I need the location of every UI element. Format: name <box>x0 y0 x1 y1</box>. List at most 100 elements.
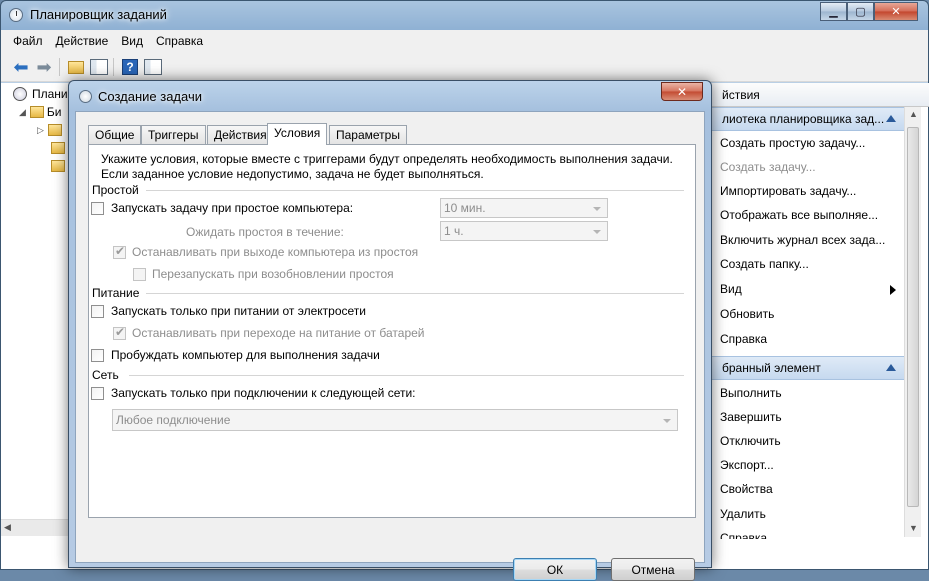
actions-vertical-scrollbar[interactable]: ▲ ▼ <box>904 107 921 537</box>
tree-horizontal-scrollbar[interactable]: ◀ <box>1 519 71 536</box>
folder-icon <box>68 60 84 74</box>
close-icon: ✕ <box>676 84 688 99</box>
maximize-icon: ▢ <box>855 6 866 18</box>
wake-computer-checkbox[interactable] <box>91 349 104 362</box>
tree-item-library[interactable]: ◢ Би <box>19 103 62 121</box>
actions-section-selected[interactable]: бранный элемент <box>708 356 904 380</box>
action-create-task[interactable]: Создать задачу... <box>720 158 904 176</box>
tree-item-label: Би <box>46 105 62 119</box>
up-folder-button[interactable] <box>66 57 86 77</box>
panel-icon <box>90 59 108 75</box>
action-refresh[interactable]: Обновить <box>720 305 904 323</box>
action-help-selected[interactable]: Справка <box>720 529 904 539</box>
back-button[interactable]: ⬅ <box>11 57 31 77</box>
action-display-running[interactable]: Отображать все выполняе... <box>720 206 904 224</box>
help-icon: ? <box>122 59 138 75</box>
group-divider <box>129 375 684 376</box>
actions-pane: йствия лиотека планировщика зад... Созда… <box>707 83 929 569</box>
section-label: бранный элемент <box>722 361 821 375</box>
group-divider <box>146 293 684 294</box>
action-import-task[interactable]: Импортировать задачу... <box>720 182 904 200</box>
tab-settings[interactable]: Параметры <box>329 125 407 144</box>
tree-item-folder[interactable] <box>51 139 65 157</box>
action-disable[interactable]: Отключить <box>720 432 904 450</box>
caption-buttons: ▁ ▢ ✕ <box>820 2 918 21</box>
collapse-arrow-icon <box>886 115 896 122</box>
help-button[interactable]: ? <box>120 57 140 77</box>
action-pane-icon <box>144 59 162 75</box>
close-button[interactable]: ✕ <box>874 2 918 21</box>
menu-help[interactable]: Справка <box>156 34 203 48</box>
tab-conditions[interactable]: Условия <box>267 123 328 145</box>
network-only-checkbox[interactable] <box>91 387 104 400</box>
wait-duration-select[interactable]: 1 ч. <box>440 221 608 241</box>
tree-item-folder[interactable]: ▷ <box>37 121 62 139</box>
dialog-close-button[interactable]: ✕ <box>661 82 703 101</box>
tree-item-label: Плани <box>32 87 68 101</box>
tree-item-root[interactable]: Плани <box>13 85 68 103</box>
menu-bar: Файл Действие Вид Справка <box>1 30 928 52</box>
tab-general[interactable]: Общие <box>88 125 142 144</box>
back-arrow-icon: ⬅ <box>13 57 29 77</box>
checkmark-icon: ✔ <box>115 244 126 258</box>
stop-on-battery-checkbox[interactable]: ✔ <box>113 325 126 340</box>
action-delete[interactable]: Удалить <box>720 505 904 523</box>
restart-on-idle-label: Перезапускать при возобновлении простоя <box>152 267 394 281</box>
wait-idle-label: Ожидать простоя в течение: <box>186 225 344 239</box>
start-on-idle-checkbox[interactable] <box>91 202 104 215</box>
forward-button[interactable]: ➡ <box>34 57 54 77</box>
checkmark-icon: ✔ <box>115 325 126 339</box>
idle-duration-select[interactable]: 10 мин. <box>440 198 608 218</box>
folder-icon <box>47 124 62 136</box>
clock-icon <box>9 8 23 22</box>
submenu-arrow-icon <box>890 285 896 295</box>
menu-file[interactable]: Файл <box>13 34 43 48</box>
ac-power-only-label: Запускать только при питании от электрос… <box>111 304 366 318</box>
toolbar: ⬅ ➡ ? <box>1 52 928 82</box>
console-tree: Плани ◢ Би ▷ ◀ <box>1 83 71 569</box>
tab-triggers[interactable]: Триггеры <box>141 125 206 144</box>
actions-section-library[interactable]: лиотека планировщика зад... <box>708 107 904 131</box>
clock-icon <box>13 87 27 101</box>
expand-arrow-icon: ◢ <box>19 106 26 117</box>
menu-action[interactable]: Действие <box>56 34 109 48</box>
action-end[interactable]: Завершить <box>720 408 904 426</box>
group-idle-label: Простой <box>92 183 139 197</box>
action-enable-history[interactable]: Включить журнал всех зада... <box>720 231 904 249</box>
menu-view[interactable]: Вид <box>121 34 143 48</box>
action-export[interactable]: Экспорт... <box>720 456 904 474</box>
main-titlebar[interactable]: Планировщик заданий ▁ ▢ ✕ <box>1 1 928 29</box>
network-connection-select[interactable]: Любое подключение <box>112 409 678 431</box>
network-connection-value: Любое подключение <box>116 413 231 427</box>
action-properties[interactable]: Свойства <box>720 480 904 498</box>
action-create-basic-task[interactable]: Создать простую задачу... <box>720 134 904 152</box>
action-run[interactable]: Выполнить <box>720 384 904 402</box>
stop-on-battery-label: Останавливать при переходе на питание от… <box>132 326 425 340</box>
wait-duration-value: 1 ч. <box>444 224 464 238</box>
stop-on-idle-end-checkbox[interactable]: ✔ <box>113 244 126 259</box>
forward-arrow-icon: ➡ <box>36 57 52 77</box>
scroll-up-icon: ▲ <box>909 109 918 119</box>
restart-on-idle-checkbox[interactable] <box>133 268 146 281</box>
show-hide-tree-button[interactable] <box>89 57 109 77</box>
tree-item-folder[interactable] <box>51 157 65 175</box>
show-hide-action-pane-button[interactable] <box>143 57 163 77</box>
collapse-arrow-icon <box>886 364 896 371</box>
idle-duration-value: 10 мин. <box>444 201 486 215</box>
minimize-button[interactable]: ▁ <box>820 2 847 21</box>
wake-computer-label: Пробуждать компьютер для выполнения зада… <box>111 348 380 362</box>
action-new-folder[interactable]: Создать папку... <box>720 255 904 273</box>
network-only-label: Запускать только при подключении к следу… <box>111 386 416 400</box>
toolbar-separator <box>59 58 60 76</box>
action-view[interactable]: Вид <box>720 280 904 298</box>
ac-power-only-checkbox[interactable] <box>91 305 104 318</box>
action-help[interactable]: Справка <box>720 330 904 348</box>
group-power-label: Питание <box>92 286 140 300</box>
stop-on-idle-end-label: Останавливать при выходе компьютера из п… <box>132 245 419 259</box>
scrollbar-thumb[interactable] <box>907 127 919 507</box>
clock-icon <box>79 90 92 103</box>
maximize-button[interactable]: ▢ <box>847 2 874 21</box>
scroll-left-icon: ◀ <box>4 522 11 532</box>
close-icon: ✕ <box>891 6 901 18</box>
tab-actions[interactable]: Действия <box>207 125 274 144</box>
